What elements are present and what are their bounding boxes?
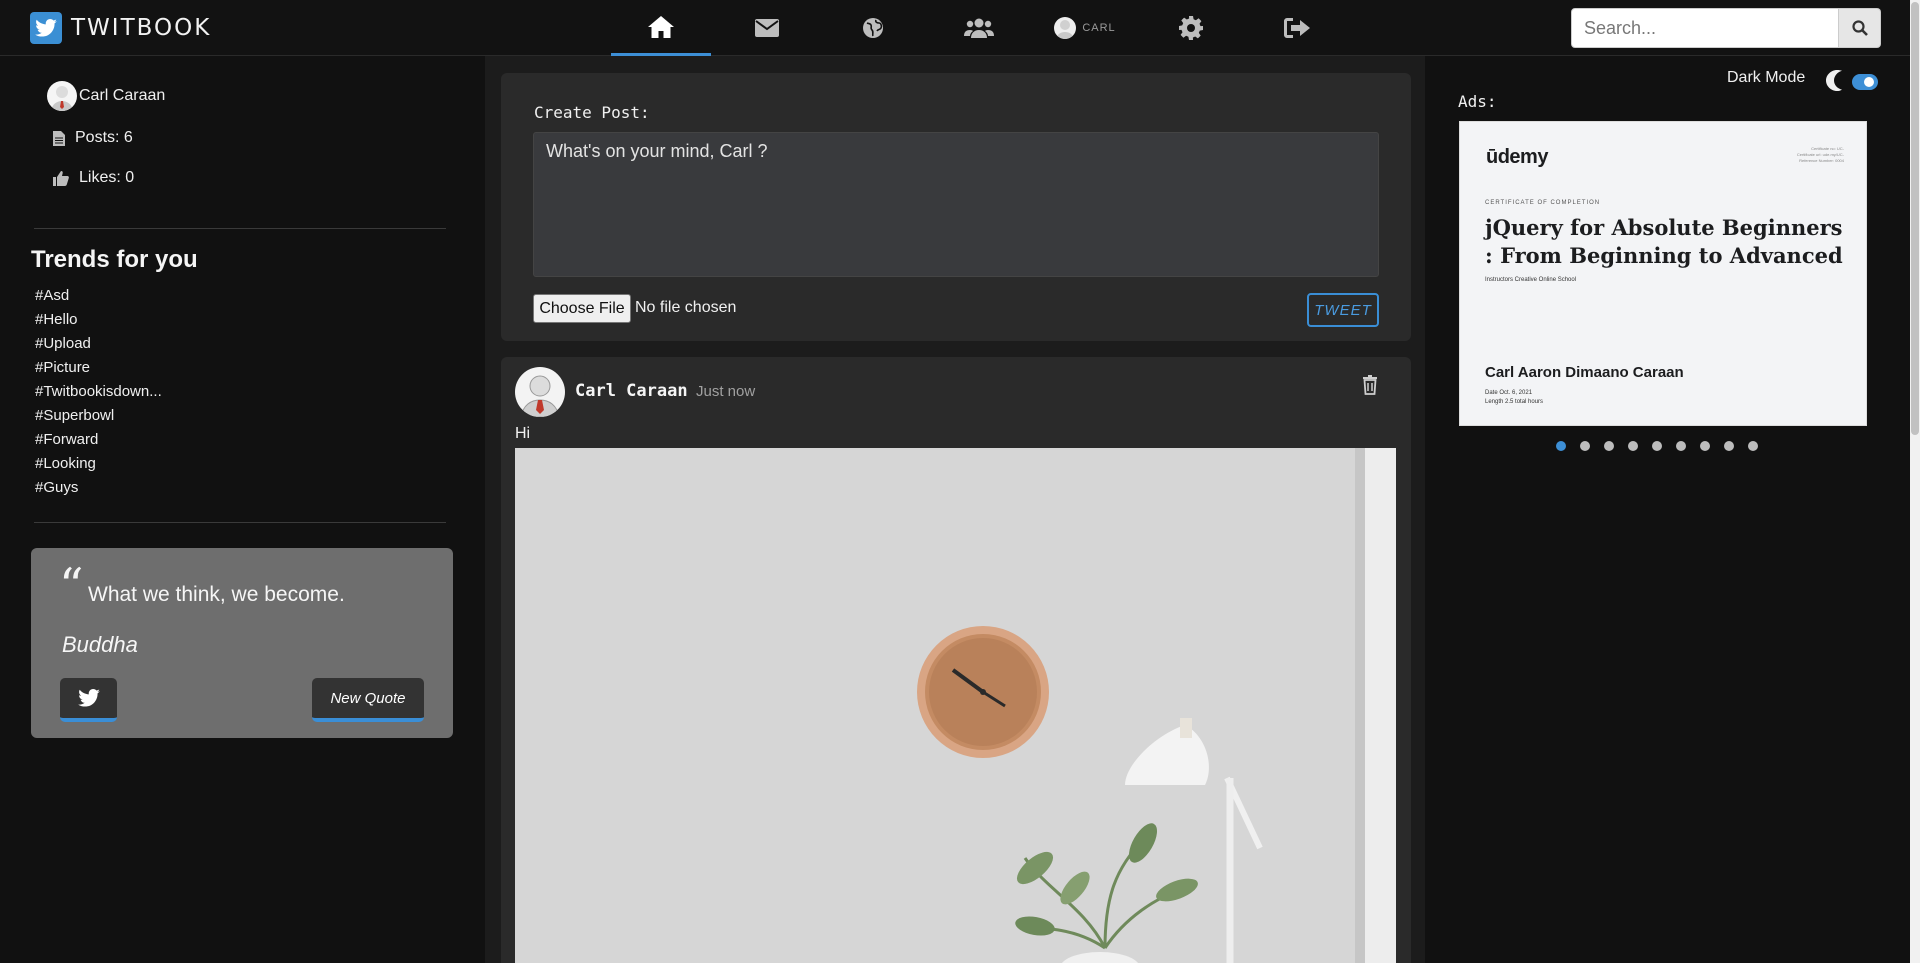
nav-logout[interactable] [1247,0,1347,56]
search-input[interactable] [1571,8,1839,48]
likes-count: Likes: 0 [79,169,135,186]
quote-card: “ What we think, we become. Buddha New Q… [31,548,453,738]
nav-home[interactable] [611,0,711,56]
certificate-details: Date Oct. 6, 2021 Length 2.5 total hours [1485,389,1543,407]
trends-title: Trends for you [31,246,198,273]
ads-label: Ads: [1458,92,1497,111]
trend-item[interactable]: #Twitbookisdown... [35,380,162,404]
trend-item[interactable]: #Upload [35,332,162,356]
trend-item[interactable]: #Picture [35,356,162,380]
certificate-kind: CERTIFICATE OF COMPLETION [1485,200,1601,206]
certificate-length: Length 2.5 total hours [1485,399,1544,405]
nav-profile[interactable]: CARL [1035,0,1135,56]
carousel-dot[interactable] [1724,441,1734,451]
post-text: Hi [515,425,531,442]
carousel-dot[interactable] [1748,441,1758,451]
trend-item[interactable]: #Guys [35,476,162,500]
avatar [515,367,565,417]
file-status: No file chosen [635,299,737,316]
trash-icon [1363,375,1377,395]
certificate-instructors: Instructors Creative Online School [1485,277,1577,283]
delete-post-button[interactable] [1362,375,1378,400]
nav-friends[interactable] [929,0,1029,56]
create-post-label: Create Post: [534,103,650,122]
divider [34,228,446,229]
post-textarea[interactable] [533,132,1379,277]
avatar [47,81,77,111]
carousel-dot[interactable] [1604,441,1614,451]
envelope-icon [755,19,779,37]
nav-profile-label: CARL [1082,22,1116,34]
trend-item[interactable]: #Forward [35,428,162,452]
posts-stat: Posts: 6 [53,129,133,147]
carousel-dot[interactable] [1556,441,1566,451]
thumbs-up-icon [53,170,69,186]
trends-list: #Asd #Hello #Upload #Picture #Twitbookis… [35,284,162,500]
create-post-card: Create Post: Choose File No file chosen … [501,73,1411,341]
divider [34,522,446,523]
choose-file-button[interactable]: Choose File [533,294,631,323]
home-icon [648,15,674,38]
likes-stat: Likes: 0 [53,169,134,187]
trend-item[interactable]: #Looking [35,452,162,476]
posts-count: Posts: 6 [75,129,133,146]
ad-certificate[interactable]: ūdemy Certificate no: UC- Certificate url… [1459,121,1867,426]
scrollbar-thumb[interactable] [1911,2,1919,435]
document-icon [53,130,65,146]
brand[interactable]: TWITBOOK [30,12,211,44]
quote-text: What we think, we become. [88,583,345,606]
search-button[interactable] [1839,8,1881,48]
users-icon [964,18,994,38]
tweet-button[interactable]: TWEET [1307,293,1379,327]
tweet-quote-button[interactable] [60,678,117,722]
sidebar-profile[interactable]: Carl Caraan [47,81,165,111]
user-avatar-icon [1054,17,1077,39]
trend-item[interactable]: #Superbowl [35,404,162,428]
nav-messages[interactable] [717,0,817,56]
gear-icon [1179,16,1203,40]
search-icon [1851,20,1868,36]
moon-icon [1823,69,1843,96]
quote-mark-icon: “ [59,558,84,614]
carousel-dot[interactable] [1700,441,1710,451]
carousel-dot[interactable] [1676,441,1686,451]
new-quote-button[interactable]: New Quote [312,678,424,722]
trend-item[interactable]: #Hello [35,308,162,332]
nav-explore[interactable] [823,0,923,56]
carousel-dot[interactable] [1580,441,1590,451]
certificate-course: jQuery for Absolute Beginners : From Beg… [1485,215,1843,268]
search-bar [1571,8,1881,48]
certificate-id: Certificate no: UC- Certificate url: ude.… [1796,146,1844,163]
trend-item[interactable]: #Asd [35,284,162,308]
profile-name: Carl Caraan [79,87,166,104]
sign-out-icon [1284,18,1310,38]
post-card: Carl Caraan Just now Hi [501,357,1411,963]
nav-settings[interactable] [1141,0,1241,56]
post-image[interactable] [515,448,1396,963]
post-timestamp: Just now [696,383,756,400]
toggle-knob [1864,77,1874,87]
brand-name: TWITBOOK [71,15,212,41]
twitter-icon [77,689,100,707]
twitter-bird-logo-icon [30,12,62,44]
dark-mode-label: Dark Mode [1727,69,1806,86]
globe-icon [863,18,883,38]
post-author[interactable]: Carl Caraan [575,381,688,401]
certificate-date: Date Oct. 6, 2021 [1485,390,1533,396]
carousel-dot[interactable] [1628,441,1638,451]
quote-author: Buddha [62,632,138,657]
dark-mode-toggle[interactable] [1852,74,1878,90]
carousel-dot[interactable] [1652,441,1662,451]
carousel-indicators [1556,441,1758,451]
scrollbar[interactable] [1910,0,1920,963]
top-navbar: TWITBOOK CARL [0,0,1910,56]
udemy-logo: ūdemy [1486,146,1548,168]
certificate-recipient: Carl Aaron Dimaano Caraan [1485,364,1684,381]
